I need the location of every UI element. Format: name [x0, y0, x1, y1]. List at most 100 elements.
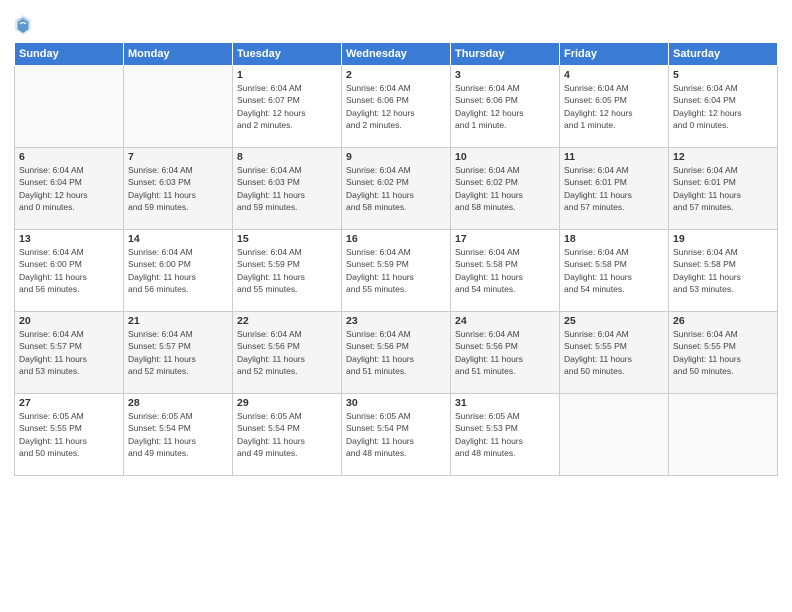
day-info: Sunrise: 6:04 AM Sunset: 6:04 PM Dayligh… — [673, 82, 773, 131]
day-number: 16 — [346, 233, 446, 245]
day-info: Sunrise: 6:05 AM Sunset: 5:53 PM Dayligh… — [455, 410, 555, 459]
calendar-cell: 23Sunrise: 6:04 AM Sunset: 5:56 PM Dayli… — [342, 312, 451, 394]
day-info: Sunrise: 6:04 AM Sunset: 5:57 PM Dayligh… — [19, 328, 119, 377]
day-info: Sunrise: 6:04 AM Sunset: 5:56 PM Dayligh… — [237, 328, 337, 377]
day-number: 19 — [673, 233, 773, 245]
calendar-cell: 4Sunrise: 6:04 AM Sunset: 6:05 PM Daylig… — [560, 66, 669, 148]
day-info: Sunrise: 6:05 AM Sunset: 5:54 PM Dayligh… — [346, 410, 446, 459]
day-number: 30 — [346, 397, 446, 409]
day-info: Sunrise: 6:04 AM Sunset: 6:01 PM Dayligh… — [673, 164, 773, 213]
day-info: Sunrise: 6:04 AM Sunset: 5:56 PM Dayligh… — [455, 328, 555, 377]
day-info: Sunrise: 6:04 AM Sunset: 6:05 PM Dayligh… — [564, 82, 664, 131]
day-info: Sunrise: 6:04 AM Sunset: 6:03 PM Dayligh… — [128, 164, 228, 213]
calendar-cell: 6Sunrise: 6:04 AM Sunset: 6:04 PM Daylig… — [15, 148, 124, 230]
calendar-cell: 30Sunrise: 6:05 AM Sunset: 5:54 PM Dayli… — [342, 394, 451, 476]
calendar-cell — [669, 394, 778, 476]
calendar-cell — [560, 394, 669, 476]
calendar-cell: 10Sunrise: 6:04 AM Sunset: 6:02 PM Dayli… — [451, 148, 560, 230]
calendar-cell: 22Sunrise: 6:04 AM Sunset: 5:56 PM Dayli… — [233, 312, 342, 394]
day-number: 18 — [564, 233, 664, 245]
day-number: 7 — [128, 151, 228, 163]
day-info: Sunrise: 6:04 AM Sunset: 5:59 PM Dayligh… — [237, 246, 337, 295]
day-info: Sunrise: 6:05 AM Sunset: 5:54 PM Dayligh… — [128, 410, 228, 459]
weekday-header-sunday: Sunday — [15, 43, 124, 66]
day-number: 3 — [455, 69, 555, 81]
calendar-cell: 8Sunrise: 6:04 AM Sunset: 6:03 PM Daylig… — [233, 148, 342, 230]
day-info: Sunrise: 6:04 AM Sunset: 6:02 PM Dayligh… — [346, 164, 446, 213]
day-info: Sunrise: 6:04 AM Sunset: 5:58 PM Dayligh… — [673, 246, 773, 295]
calendar-cell — [124, 66, 233, 148]
calendar-week-row: 20Sunrise: 6:04 AM Sunset: 5:57 PM Dayli… — [15, 312, 778, 394]
day-info: Sunrise: 6:04 AM Sunset: 5:56 PM Dayligh… — [346, 328, 446, 377]
day-info: Sunrise: 6:04 AM Sunset: 5:58 PM Dayligh… — [564, 246, 664, 295]
calendar-cell: 20Sunrise: 6:04 AM Sunset: 5:57 PM Dayli… — [15, 312, 124, 394]
day-number: 14 — [128, 233, 228, 245]
calendar-cell: 19Sunrise: 6:04 AM Sunset: 5:58 PM Dayli… — [669, 230, 778, 312]
day-number: 13 — [19, 233, 119, 245]
day-info: Sunrise: 6:04 AM Sunset: 6:02 PM Dayligh… — [455, 164, 555, 213]
calendar-cell: 3Sunrise: 6:04 AM Sunset: 6:06 PM Daylig… — [451, 66, 560, 148]
page-container: SundayMondayTuesdayWednesdayThursdayFrid… — [0, 0, 792, 612]
day-number: 21 — [128, 315, 228, 327]
day-number: 12 — [673, 151, 773, 163]
day-info: Sunrise: 6:04 AM Sunset: 6:07 PM Dayligh… — [237, 82, 337, 131]
day-info: Sunrise: 6:04 AM Sunset: 6:00 PM Dayligh… — [128, 246, 228, 295]
weekday-header-thursday: Thursday — [451, 43, 560, 66]
calendar-cell — [15, 66, 124, 148]
weekday-header-tuesday: Tuesday — [233, 43, 342, 66]
day-number: 17 — [455, 233, 555, 245]
calendar-cell: 31Sunrise: 6:05 AM Sunset: 5:53 PM Dayli… — [451, 394, 560, 476]
calendar-cell: 24Sunrise: 6:04 AM Sunset: 5:56 PM Dayli… — [451, 312, 560, 394]
day-number: 31 — [455, 397, 555, 409]
calendar-cell: 16Sunrise: 6:04 AM Sunset: 5:59 PM Dayli… — [342, 230, 451, 312]
calendar-cell: 26Sunrise: 6:04 AM Sunset: 5:55 PM Dayli… — [669, 312, 778, 394]
day-number: 27 — [19, 397, 119, 409]
day-info: Sunrise: 6:04 AM Sunset: 5:55 PM Dayligh… — [564, 328, 664, 377]
day-info: Sunrise: 6:04 AM Sunset: 6:04 PM Dayligh… — [19, 164, 119, 213]
day-number: 8 — [237, 151, 337, 163]
day-info: Sunrise: 6:04 AM Sunset: 5:55 PM Dayligh… — [673, 328, 773, 377]
day-info: Sunrise: 6:05 AM Sunset: 5:55 PM Dayligh… — [19, 410, 119, 459]
calendar-cell: 21Sunrise: 6:04 AM Sunset: 5:57 PM Dayli… — [124, 312, 233, 394]
calendar-cell: 18Sunrise: 6:04 AM Sunset: 5:58 PM Dayli… — [560, 230, 669, 312]
day-number: 1 — [237, 69, 337, 81]
day-number: 10 — [455, 151, 555, 163]
day-number: 4 — [564, 69, 664, 81]
day-info: Sunrise: 6:05 AM Sunset: 5:54 PM Dayligh… — [237, 410, 337, 459]
calendar-cell: 25Sunrise: 6:04 AM Sunset: 5:55 PM Dayli… — [560, 312, 669, 394]
calendar-table: SundayMondayTuesdayWednesdayThursdayFrid… — [14, 42, 778, 476]
calendar-cell: 29Sunrise: 6:05 AM Sunset: 5:54 PM Dayli… — [233, 394, 342, 476]
calendar-week-row: 13 Sunrise: 6:04 AM Sunset: 6:00 PM Dayli… — [15, 230, 778, 312]
calendar-cell: 5Sunrise: 6:04 AM Sunset: 6:04 PM Daylig… — [669, 66, 778, 148]
calendar-cell: 2Sunrise: 6:04 AM Sunset: 6:06 PM Daylig… — [342, 66, 451, 148]
header — [14, 10, 778, 36]
day-number: 29 — [237, 397, 337, 409]
calendar-cell: 28Sunrise: 6:05 AM Sunset: 5:54 PM Dayli… — [124, 394, 233, 476]
day-info: Sunrise: 6:04 AM Sunset: 5:58 PM Dayligh… — [455, 246, 555, 295]
logo-icon — [14, 14, 32, 36]
weekday-header-wednesday: Wednesday — [342, 43, 451, 66]
calendar-week-row: 27Sunrise: 6:05 AM Sunset: 5:55 PM Dayli… — [15, 394, 778, 476]
day-info: Sunrise: 6:04 AM Sunset: 6:06 PM Dayligh… — [346, 82, 446, 131]
day-info: Sunrise: 6:04 AM Sunset: 5:57 PM Dayligh… — [128, 328, 228, 377]
day-number: 20 — [19, 315, 119, 327]
calendar-cell: 12Sunrise: 6:04 AM Sunset: 6:01 PM Dayli… — [669, 148, 778, 230]
day-number: 24 — [455, 315, 555, 327]
day-number: 23 — [346, 315, 446, 327]
calendar-week-row: 1Sunrise: 6:04 AM Sunset: 6:07 PM Daylig… — [15, 66, 778, 148]
day-number: 28 — [128, 397, 228, 409]
day-number: 26 — [673, 315, 773, 327]
calendar-cell: 11Sunrise: 6:04 AM Sunset: 6:01 PM Dayli… — [560, 148, 669, 230]
calendar-cell: 27Sunrise: 6:05 AM Sunset: 5:55 PM Dayli… — [15, 394, 124, 476]
calendar-cell: 17Sunrise: 6:04 AM Sunset: 5:58 PM Dayli… — [451, 230, 560, 312]
day-number: 2 — [346, 69, 446, 81]
weekday-header-row: SundayMondayTuesdayWednesdayThursdayFrid… — [15, 43, 778, 66]
day-number: 6 — [19, 151, 119, 163]
calendar-cell: 9Sunrise: 6:04 AM Sunset: 6:02 PM Daylig… — [342, 148, 451, 230]
day-info: Sunrise: 6:04 AM Sunset: 6:01 PM Dayligh… — [564, 164, 664, 213]
day-number: 15 — [237, 233, 337, 245]
calendar-cell: 15Sunrise: 6:04 AM Sunset: 5:59 PM Dayli… — [233, 230, 342, 312]
weekday-header-friday: Friday — [560, 43, 669, 66]
day-number: 9 — [346, 151, 446, 163]
calendar-cell: 1Sunrise: 6:04 AM Sunset: 6:07 PM Daylig… — [233, 66, 342, 148]
